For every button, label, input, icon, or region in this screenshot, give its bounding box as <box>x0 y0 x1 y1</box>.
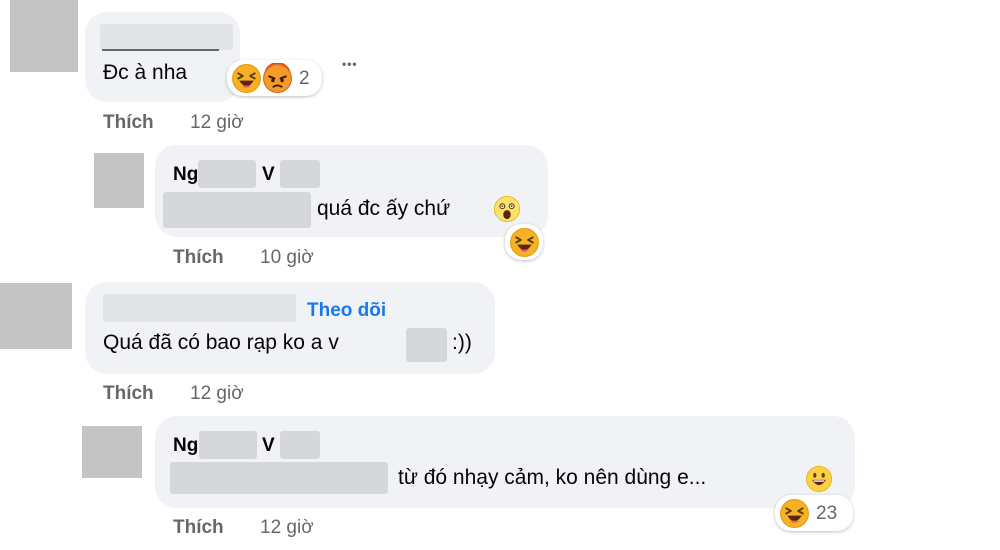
follow-link[interactable]: Theo dõi <box>307 300 386 322</box>
surprised-face-icon <box>493 195 521 223</box>
avatar[interactable] <box>82 426 142 478</box>
laughing-face-icon <box>779 498 810 529</box>
avatar[interactable] <box>0 283 72 349</box>
reaction-count: 23 <box>816 503 838 524</box>
like-button[interactable]: Thích <box>103 383 154 405</box>
angry-face-icon <box>262 63 293 94</box>
redacted-name <box>103 294 296 322</box>
comment-text: Đc à nha <box>103 61 188 84</box>
grinning-face-icon <box>805 465 833 493</box>
more-options-icon[interactable]: ••• <box>342 48 358 74</box>
redacted-text <box>406 328 447 362</box>
redacted-name-part <box>198 160 256 188</box>
timestamp[interactable]: 12 giờ <box>190 112 244 134</box>
comment-text-start: Quá đã có bao rạp ko a v <box>103 331 339 354</box>
redacted-text <box>163 192 311 228</box>
redacted-name <box>100 24 233 50</box>
timestamp[interactable]: 10 giờ <box>260 247 314 269</box>
redacted-name-part <box>280 431 320 459</box>
comment-text: từ đó nhạy cảm, ko nên dùng e... <box>398 466 707 489</box>
like-button[interactable]: Thích <box>103 112 154 134</box>
like-button[interactable]: Thích <box>173 517 224 539</box>
commenter-name-start[interactable]: Ng <box>173 164 198 186</box>
name-underline <box>102 49 219 51</box>
redacted-name-part <box>199 431 257 459</box>
avatar[interactable] <box>94 153 144 208</box>
avatar[interactable] <box>10 0 78 72</box>
commenter-name-mid[interactable]: V <box>262 435 275 457</box>
timestamp[interactable]: 12 giờ <box>260 517 314 539</box>
redacted-name-part <box>280 160 320 188</box>
laughing-face-icon <box>231 63 262 94</box>
more-options-label: ••• <box>342 57 358 71</box>
like-button[interactable]: Thích <box>173 247 224 269</box>
reaction-count: 2 <box>299 68 310 89</box>
comment-text-end: :)) <box>452 331 472 354</box>
redacted-text <box>170 462 388 494</box>
timestamp[interactable]: 12 giờ <box>190 383 244 405</box>
commenter-name-start[interactable]: Ng <box>173 435 198 457</box>
commenter-name-mid[interactable]: V <box>262 164 275 186</box>
laughing-face-icon <box>509 227 540 258</box>
comment-text: quá đc ấy chứ <box>317 197 451 220</box>
